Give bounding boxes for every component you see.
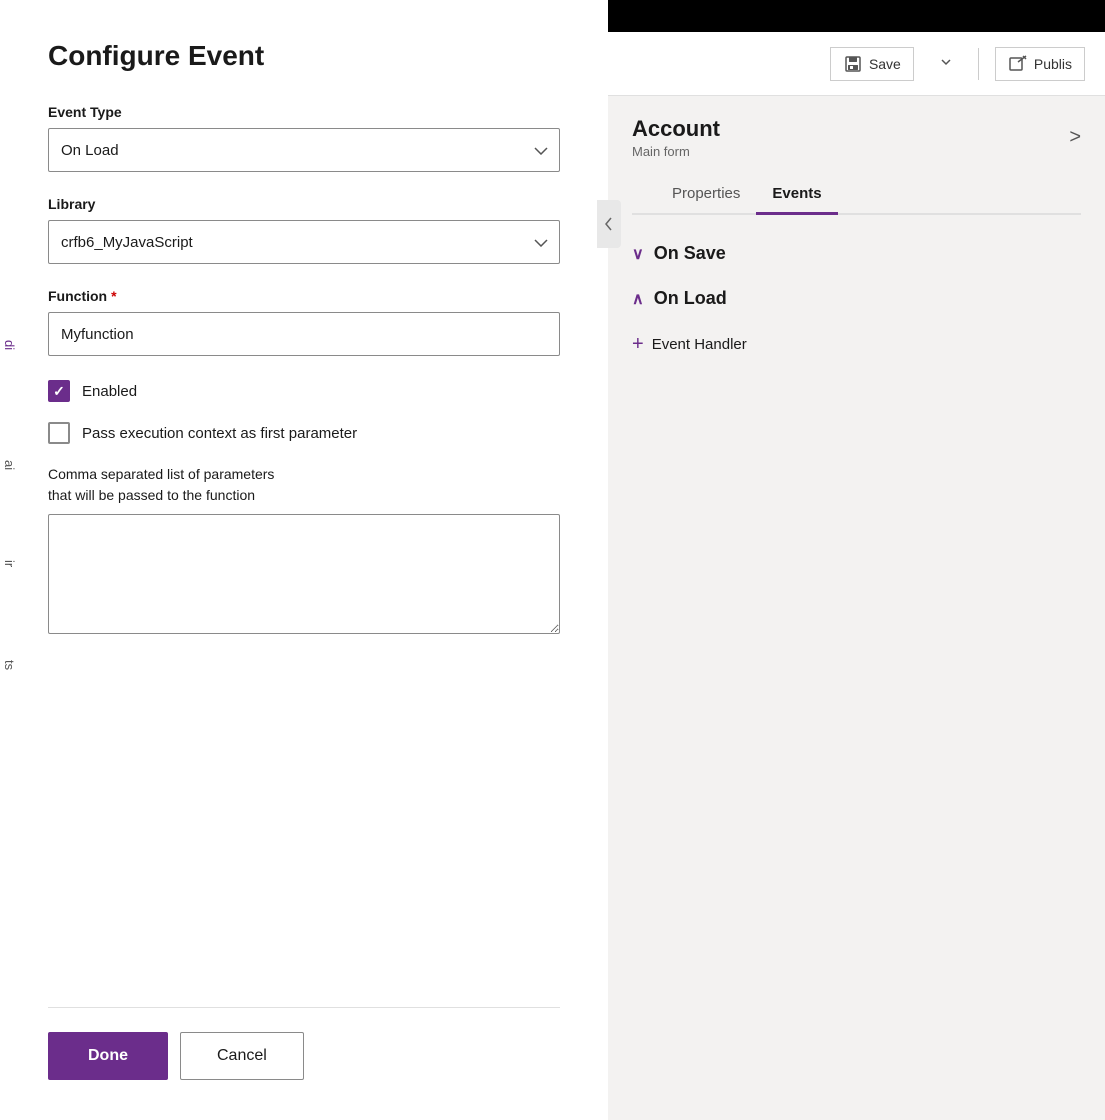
function-input[interactable] bbox=[48, 312, 560, 356]
event-handler-row[interactable]: + Event Handler bbox=[608, 321, 1105, 368]
done-button[interactable]: Done bbox=[48, 1032, 168, 1080]
library-field: Library crfb6_MyJavaScript bbox=[48, 196, 560, 264]
event-type-select[interactable]: On Load On Save On Change bbox=[48, 128, 560, 172]
library-select[interactable]: crfb6_MyJavaScript bbox=[48, 220, 560, 264]
app-header bbox=[608, 0, 1105, 32]
checkmark-icon: ✓ bbox=[53, 383, 65, 400]
pass-context-row: Pass execution context as first paramete… bbox=[48, 422, 560, 444]
required-indicator: * bbox=[111, 288, 116, 304]
dialog-footer: Done Cancel bbox=[48, 1007, 560, 1080]
params-textarea[interactable] bbox=[48, 514, 560, 634]
chevron-right-icon: > bbox=[1069, 126, 1081, 148]
pass-context-checkbox[interactable] bbox=[48, 422, 70, 444]
on-load-title: On Load bbox=[654, 288, 727, 309]
configure-event-dialog: di ai ir ts Configure Event Event Type O… bbox=[0, 0, 608, 1120]
library-label: Library bbox=[48, 196, 560, 212]
edge-label-ai: ai bbox=[0, 460, 18, 470]
events-section: ∨ On Save ∧ On Load + Event Handler bbox=[608, 215, 1105, 384]
params-field: Comma separated list of parametersthat w… bbox=[48, 464, 560, 639]
event-type-label: Event Type bbox=[48, 104, 560, 120]
on-save-header[interactable]: ∨ On Save bbox=[632, 243, 1081, 264]
pass-context-label: Pass execution context as first paramete… bbox=[82, 425, 357, 442]
enabled-label: Enabled bbox=[82, 383, 137, 400]
params-label: Comma separated list of parametersthat w… bbox=[48, 464, 560, 506]
account-section: Account Main form > Properties Events bbox=[608, 96, 1105, 215]
tab-properties[interactable]: Properties bbox=[656, 175, 756, 215]
account-title: Account bbox=[632, 116, 720, 142]
on-load-group: ∧ On Load bbox=[608, 276, 1105, 321]
enabled-checkbox[interactable]: ✓ bbox=[48, 380, 70, 402]
enabled-row: ✓ Enabled bbox=[48, 380, 560, 402]
toolbar-divider bbox=[978, 48, 979, 80]
cancel-button[interactable]: Cancel bbox=[180, 1032, 304, 1080]
expand-button[interactable]: > bbox=[1069, 126, 1081, 149]
save-icon bbox=[843, 54, 863, 74]
event-handler-label: Event Handler bbox=[652, 336, 747, 353]
on-load-chevron-icon: ∧ bbox=[632, 289, 644, 309]
right-panel: Save Publis Account Main form > bbox=[608, 0, 1105, 1120]
publish-button[interactable]: Publis bbox=[995, 47, 1085, 81]
edge-label-ts: ts bbox=[0, 660, 18, 670]
publish-label: Publis bbox=[1034, 56, 1072, 72]
right-tabs: Properties Events bbox=[632, 175, 1081, 215]
on-save-chevron-icon: ∨ bbox=[632, 244, 644, 264]
dialog-title: Configure Event bbox=[48, 40, 560, 72]
plus-icon: + bbox=[632, 333, 644, 356]
function-field: Function* bbox=[48, 288, 560, 356]
event-type-select-wrapper: On Load On Save On Change bbox=[48, 128, 560, 172]
publish-icon bbox=[1008, 54, 1028, 74]
edge-label-sir: ir bbox=[0, 560, 18, 567]
on-save-group: ∨ On Save bbox=[608, 231, 1105, 276]
library-select-wrapper: crfb6_MyJavaScript bbox=[48, 220, 560, 264]
account-subtitle: Main form bbox=[632, 144, 720, 159]
tab-events[interactable]: Events bbox=[756, 175, 837, 215]
dropdown-arrow-button[interactable] bbox=[930, 50, 962, 77]
save-label: Save bbox=[869, 56, 901, 72]
on-load-header[interactable]: ∧ On Load bbox=[632, 288, 1081, 309]
collapse-chevron-icon bbox=[604, 216, 614, 232]
function-label: Function* bbox=[48, 288, 560, 304]
save-button[interactable]: Save bbox=[830, 47, 914, 81]
dropdown-chevron-icon bbox=[938, 54, 954, 70]
event-type-field: Event Type On Load On Save On Change bbox=[48, 104, 560, 172]
collapse-panel-button[interactable] bbox=[597, 200, 621, 248]
edge-label-di: di bbox=[0, 340, 18, 350]
toolbar: Save Publis bbox=[608, 32, 1105, 96]
on-save-title: On Save bbox=[654, 243, 726, 264]
